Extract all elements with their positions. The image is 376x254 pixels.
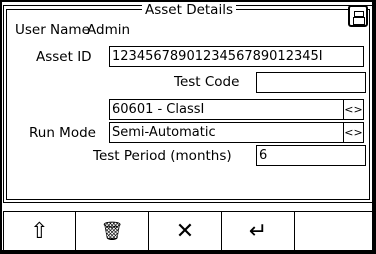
enter-icon: ↵ (248, 218, 268, 244)
asset-id-input[interactable]: 1234567890123456789012345I (109, 46, 364, 67)
user-name-label: User Name (15, 22, 90, 38)
test-period-input[interactable]: 6 (256, 145, 366, 166)
test-period-label: Test Period (months) (93, 148, 232, 164)
toolbar: ⇧ 🗑 ✕ ↵ (3, 211, 373, 251)
run-mode-value: Semi-Automatic (112, 125, 216, 140)
dialog-title: Asset Details (142, 3, 236, 17)
trash-icon: 🗑 (100, 220, 124, 242)
screen: Asset Details User Name Admin Asset ID 1… (2, 2, 373, 251)
class-arrows-icon[interactable]: <> (343, 100, 363, 119)
test-code-label: Test Code (174, 74, 240, 90)
up-arrow-button[interactable]: ⇧ (4, 212, 76, 250)
run-mode-select[interactable]: Semi-Automatic <> (109, 122, 364, 143)
enter-button[interactable]: ↵ (222, 212, 295, 250)
cancel-button[interactable]: ✕ (149, 212, 222, 250)
up-arrow-icon: ⇧ (30, 218, 49, 244)
class-select[interactable]: 60601 - ClassI <> (109, 99, 364, 120)
user-name-value: Admin (87, 22, 131, 38)
class-value: 60601 - ClassI (112, 102, 205, 117)
asset-id-value: 1234567890123456789012345I (112, 49, 323, 64)
test-code-input[interactable] (256, 72, 366, 93)
test-period-value: 6 (259, 148, 268, 163)
close-icon: ✕ (175, 218, 195, 244)
printer-icon[interactable] (348, 5, 368, 27)
delete-button[interactable]: 🗑 (76, 212, 149, 250)
run-mode-label: Run Mode (29, 125, 96, 141)
run-mode-arrows-icon[interactable]: <> (343, 123, 363, 142)
asset-id-label: Asset ID (36, 49, 92, 65)
